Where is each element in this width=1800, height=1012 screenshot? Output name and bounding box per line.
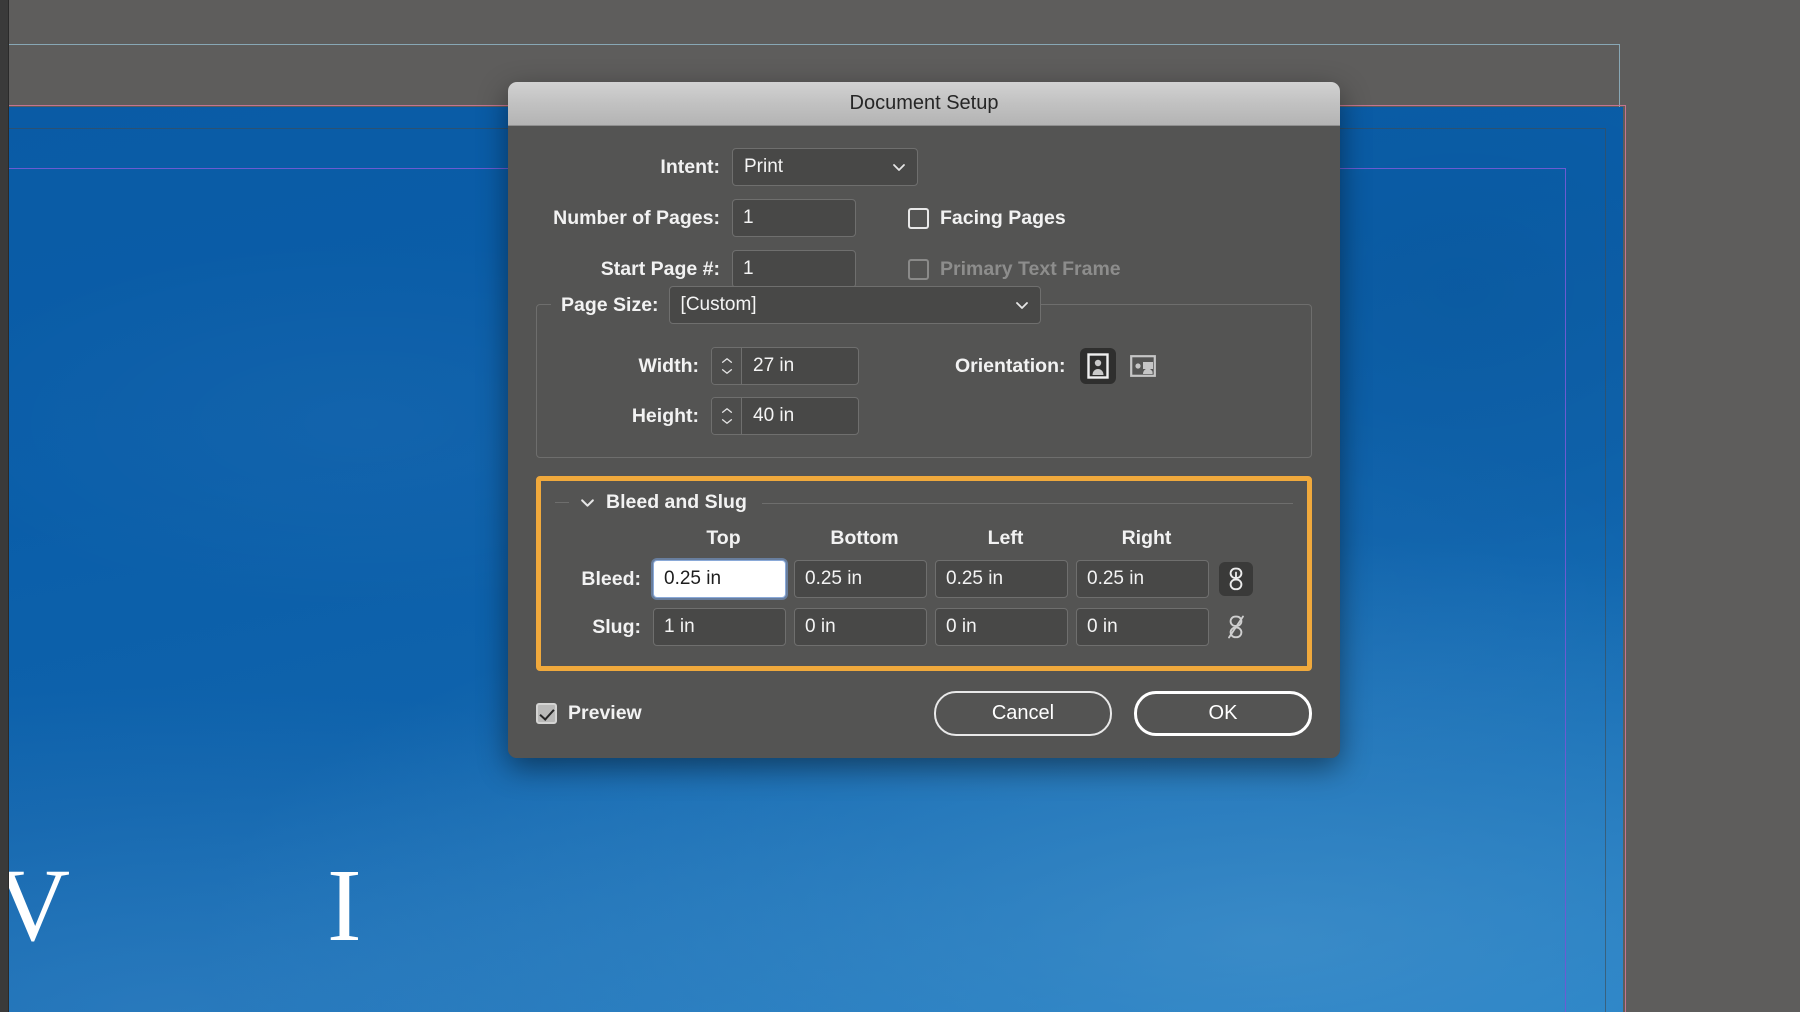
height-row: Height: 40 in [559, 397, 1289, 435]
slug-label: Slug: [559, 616, 653, 639]
page-size-value: [Custom] [681, 294, 757, 316]
bleed-and-slug-grid: Top Bottom Left Right Bleed: [559, 527, 1289, 646]
height-value[interactable]: 40 in [742, 398, 858, 434]
bleed-bottom-cell [794, 560, 935, 598]
slug-left-cell [935, 608, 1076, 646]
preview-checkbox-box [536, 703, 557, 724]
dialog-footer: Preview Cancel OK [536, 691, 1312, 736]
number-of-pages-label: Number of Pages: [553, 207, 720, 229]
chevron-down-icon [580, 495, 595, 510]
preview-label: Preview [568, 702, 642, 725]
group-rule-right [762, 503, 1293, 504]
bleed-bottom-input[interactable] [794, 560, 927, 598]
bleed-and-slug-title: Bleed and Slug [606, 491, 747, 514]
intent-value: Print [744, 156, 783, 178]
chevron-up-icon [720, 357, 734, 364]
number-of-pages-row: Number of Pages: Facing Pages [536, 199, 1312, 237]
intent-select[interactable]: Print [732, 148, 918, 186]
orientation-buttons [1080, 348, 1161, 384]
primary-text-frame-label: Primary Text Frame [940, 258, 1121, 281]
bleed-slug-disclosure-triangle[interactable] [578, 495, 597, 510]
slug-right-input[interactable] [1076, 608, 1209, 646]
bleed-and-slug-group: Bleed and Slug Top Bottom Left Right [536, 476, 1312, 671]
bleed-top-input[interactable] [653, 560, 786, 598]
slug-top-cell [653, 608, 794, 646]
page-size-title-row: Page Size: [Custom] [537, 286, 1041, 324]
height-label: Height: [632, 405, 699, 427]
bleed-and-slug-header: Bleed and Slug [555, 491, 1293, 514]
width-stepper[interactable]: 27 in [711, 347, 859, 385]
column-header-bottom: Bottom [794, 527, 935, 550]
dialog-titlebar: Document Setup [508, 82, 1340, 126]
facing-pages-checkbox[interactable]: Facing Pages [908, 207, 1066, 230]
bleed-row: Bleed: [559, 560, 1289, 598]
bleed-link-button[interactable] [1219, 562, 1253, 596]
chevron-down-icon [1015, 298, 1029, 312]
screen: V I FROM A BLUE Document Setup Intent: [0, 0, 1800, 1012]
dialog-body: Intent: Print Number of Pages: Facing Pa… [508, 126, 1340, 758]
bleed-right-cell [1076, 560, 1217, 598]
column-header-top: Top [653, 527, 794, 550]
app-left-edge [0, 0, 9, 1012]
ok-button[interactable]: OK [1134, 691, 1312, 736]
chevron-down-icon [720, 368, 734, 375]
landscape-orientation-button[interactable] [1125, 348, 1161, 384]
bleed-top-cell [653, 560, 794, 598]
bleed-slug-column-headers: Top Bottom Left Right [559, 527, 1289, 550]
column-header-right: Right [1076, 527, 1217, 550]
width-label: Width: [639, 355, 699, 377]
slug-row: Slug: [559, 608, 1289, 646]
group-rule-left [555, 502, 569, 503]
column-header-left: Left [935, 527, 1076, 550]
orientation-label: Orientation: [955, 355, 1066, 378]
preview-checkbox[interactable]: Preview [536, 702, 642, 725]
portrait-orientation-button[interactable] [1080, 348, 1116, 384]
bleed-left-cell [935, 560, 1076, 598]
chevron-down-icon [720, 418, 734, 425]
bleed-right-input[interactable] [1076, 560, 1209, 598]
landscape-orientation-icon [1130, 355, 1156, 377]
number-of-pages-input[interactable] [732, 199, 856, 237]
bleed-label: Bleed: [559, 568, 653, 591]
width-row: Width: 27 in Orientation: [559, 347, 1289, 385]
portrait-orientation-icon [1087, 353, 1109, 379]
start-page-row: Start Page #: Primary Text Frame [536, 250, 1312, 288]
start-page-label: Start Page #: [601, 258, 720, 280]
dialog-title: Document Setup [850, 92, 999, 115]
bleed-left-input[interactable] [935, 560, 1068, 598]
broken-chain-link-icon [1227, 615, 1245, 639]
intent-row: Intent: Print [536, 148, 1312, 186]
primary-text-frame-checkbox-box [908, 259, 929, 280]
cancel-button[interactable]: Cancel [934, 691, 1112, 736]
slug-bottom-input[interactable] [794, 608, 927, 646]
facing-pages-checkbox-box [908, 208, 929, 229]
chevron-up-icon [720, 407, 734, 414]
height-stepper[interactable]: 40 in [711, 397, 859, 435]
slug-right-cell [1076, 608, 1217, 646]
page-size-label: Page Size: [551, 294, 669, 317]
slug-top-input[interactable] [653, 608, 786, 646]
page-size-group: Page Size: [Custom] Width: [536, 304, 1312, 458]
chevron-down-icon [892, 160, 906, 174]
intent-label: Intent: [660, 156, 720, 178]
slug-link-button[interactable] [1219, 610, 1253, 644]
page-size-fields: Width: 27 in Orientation: [537, 347, 1311, 435]
slug-bottom-cell [794, 608, 935, 646]
document-setup-dialog: Document Setup Intent: Print Number of P… [508, 82, 1340, 758]
start-page-input[interactable] [732, 250, 856, 288]
facing-pages-label: Facing Pages [940, 207, 1066, 230]
width-value[interactable]: 27 in [742, 348, 858, 384]
page-size-select[interactable]: [Custom] [669, 286, 1041, 324]
width-spinner-arrows[interactable] [712, 348, 742, 384]
height-spinner-arrows[interactable] [712, 398, 742, 434]
bleed-and-slug-inner: Bleed and Slug Top Bottom Left Right [541, 481, 1307, 666]
slug-left-input[interactable] [935, 608, 1068, 646]
chain-link-icon [1227, 567, 1245, 591]
primary-text-frame-checkbox: Primary Text Frame [908, 258, 1121, 281]
